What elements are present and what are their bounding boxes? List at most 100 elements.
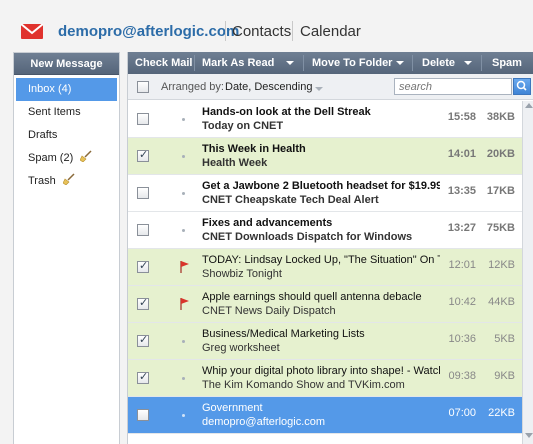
scroll-down-icon[interactable] <box>525 433 533 438</box>
nav-calendar[interactable]: Calendar <box>300 23 361 40</box>
message-subject: Fixes and advancements <box>202 217 333 229</box>
search-button[interactable] <box>513 78 531 95</box>
flag-icon[interactable] <box>180 261 189 273</box>
message-sender: CNET Cheapskate Tech Deal Alert <box>202 194 379 206</box>
message-subject: Apple earnings should quell antenna deba… <box>202 291 422 303</box>
message-checkbox[interactable] <box>137 259 149 273</box>
toolbar-separator <box>412 55 413 71</box>
broom-icon[interactable] <box>62 173 75 185</box>
message-checkbox[interactable] <box>137 333 149 347</box>
mark-as-read-button[interactable]: Mark As Read <box>202 52 274 74</box>
message-size: 22KB <box>488 407 515 419</box>
delete-dropdown-icon[interactable] <box>464 61 472 65</box>
message-subject: Government <box>202 402 263 414</box>
message-sender: The Kim Komando Show and TVKim.com <box>202 379 405 391</box>
sort-bar: Arranged by: Date, Descending <box>128 74 533 100</box>
message-subject: Get a Jawbone 2 Bluetooth headset for $1… <box>202 180 440 192</box>
arranged-by-label: Arranged by: <box>161 81 224 93</box>
move-to-folder-dropdown-icon[interactable] <box>396 61 404 65</box>
message-checkbox[interactable] <box>137 113 149 125</box>
message-sender: demopro@afterlogic.com <box>202 416 326 428</box>
message-row[interactable]: Get a Jawbone 2 Bluetooth headset for $1… <box>128 175 522 212</box>
delete-button[interactable]: Delete <box>422 52 455 74</box>
flag-toggle-dot[interactable] <box>182 229 185 232</box>
message-checkbox[interactable] <box>137 224 149 236</box>
message-checkbox[interactable] <box>137 148 149 162</box>
message-sender: Health Week <box>202 157 268 169</box>
folder-label: Trash <box>28 175 56 187</box>
spam-button[interactable]: Spam <box>492 52 522 74</box>
search-icon <box>516 80 527 91</box>
mail-envelope-icon <box>21 24 43 39</box>
new-message-button[interactable]: New Message <box>14 53 119 75</box>
mark-as-read-dropdown-icon[interactable] <box>286 61 294 65</box>
flag-toggle-dot[interactable] <box>182 118 185 121</box>
toolbar-separator <box>194 55 195 71</box>
message-size: 5KB <box>494 333 515 345</box>
message-row[interactable]: Hands-on look at the Dell Streak Today on… <box>128 101 522 138</box>
message-time: 10:36 <box>448 333 476 345</box>
flag-toggle-dot[interactable] <box>182 155 185 158</box>
sort-order-select[interactable]: Date, Descending <box>225 81 312 93</box>
message-checkbox[interactable] <box>137 296 149 310</box>
folder-label: Inbox (4) <box>28 83 72 95</box>
message-sender: Showbiz Tonight <box>202 268 282 280</box>
move-to-folder-button[interactable]: Move To Folder <box>312 52 392 74</box>
message-row[interactable]: Business/Medical Marketing Lists Greg wor… <box>128 323 522 360</box>
message-row[interactable]: Whip your digital photo library into sha… <box>128 360 522 397</box>
message-size: 12KB <box>488 259 515 271</box>
message-time: 09:38 <box>448 370 476 382</box>
message-time: 10:42 <box>448 296 476 308</box>
message-list-scrollbar[interactable] <box>522 101 533 444</box>
message-subject: TODAY: Lindsay Locked Up, "The Situation… <box>202 254 440 266</box>
chevron-down-icon[interactable] <box>315 87 323 91</box>
toolbar-separator <box>481 55 482 71</box>
message-subject: Whip your digital photo library into sha… <box>202 365 440 377</box>
broom-icon[interactable] <box>80 150 92 162</box>
flag-toggle-dot[interactable] <box>182 377 185 380</box>
flag-toggle-dot[interactable] <box>182 414 185 417</box>
flag-toggle-dot[interactable] <box>182 340 185 343</box>
message-row[interactable]: Government demopro@afterlogic.com 07:00 22K… <box>128 397 522 434</box>
folder-spam[interactable]: Spam (2) <box>16 147 117 170</box>
folder-label: Drafts <box>28 129 58 141</box>
message-checkbox[interactable] <box>137 370 149 384</box>
nav-contacts[interactable]: Contacts <box>232 23 291 40</box>
message-time: 14:01 <box>447 148 476 160</box>
message-sender: CNET News Daily Dispatch <box>202 305 336 317</box>
message-pane: Check Mail Mark As Read Move To Folder D… <box>127 52 533 444</box>
flag-icon[interactable] <box>180 298 189 310</box>
message-time: 13:35 <box>447 185 476 197</box>
message-toolbar: Check Mail Mark As Read Move To Folder D… <box>128 52 533 74</box>
message-time: 15:58 <box>447 111 476 123</box>
message-row[interactable]: Fixes and advancements CNET Downloads Dis… <box>128 212 522 249</box>
flag-toggle-dot[interactable] <box>182 192 185 195</box>
folder-sidebar: New Message Inbox (4) Sent Items Drafts … <box>13 52 120 444</box>
toolbar-separator <box>303 55 304 71</box>
message-row[interactable]: TODAY: Lindsay Locked Up, "The Situation… <box>128 249 522 286</box>
message-size: 17KB <box>486 185 515 197</box>
folder-sent-items[interactable]: Sent Items <box>16 101 117 124</box>
message-checkbox[interactable] <box>137 409 149 421</box>
scroll-up-icon[interactable] <box>525 103 533 108</box>
message-sender: Today on CNET <box>202 120 284 132</box>
folder-label: Spam (2) <box>28 152 74 164</box>
message-row[interactable]: Apple earnings should quell antenna deba… <box>128 286 522 323</box>
message-size: 20KB <box>486 148 515 160</box>
check-mail-button[interactable]: Check Mail <box>135 52 192 74</box>
message-size: 75KB <box>486 222 515 234</box>
message-checkbox[interactable] <box>137 187 149 199</box>
select-all-checkbox[interactable] <box>137 81 149 93</box>
message-row[interactable]: This Week in Health Health Week 14:01 20KB <box>128 138 522 175</box>
message-size: 9KB <box>494 370 515 382</box>
folder-drafts[interactable]: Drafts <box>16 124 117 147</box>
folder-inbox[interactable]: Inbox (4) <box>16 78 117 101</box>
folder-trash[interactable]: Trash <box>16 170 117 193</box>
app-header: demopro@afterlogic.com Contacts Calendar <box>0 0 533 52</box>
message-time: 07:00 <box>448 407 476 419</box>
message-subject: This Week in Health <box>202 143 306 155</box>
message-time: 12:01 <box>448 259 476 271</box>
account-email[interactable]: demopro@afterlogic.com <box>58 23 239 40</box>
message-time: 13:27 <box>447 222 476 234</box>
search-input[interactable] <box>394 78 512 95</box>
